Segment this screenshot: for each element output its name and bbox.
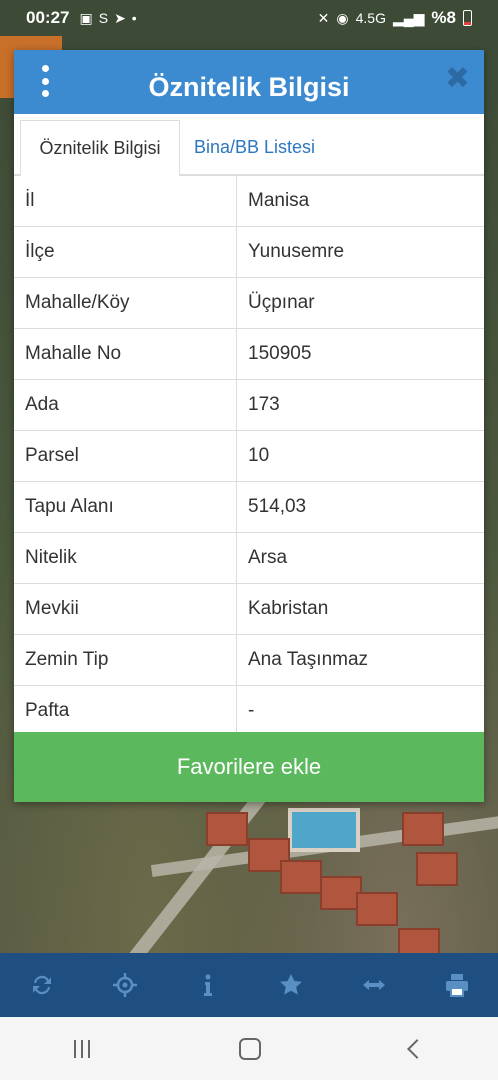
attribute-key: Ada: [14, 379, 237, 431]
attribute-table: İl Manisa İlçe Yunusemre Mahalle/Köy Üçpınar M…: [14, 175, 484, 736]
attribute-key: İlçe: [14, 226, 237, 278]
battery-icon: [463, 10, 472, 26]
attribute-value: Üçpınar: [236, 277, 484, 329]
dialog-header: Öznitelik Bilgisi ✖: [14, 50, 484, 114]
table-row: Zemin Tip Ana Taşınmaz: [14, 634, 484, 686]
attribute-key: Tapu Alanı: [14, 481, 237, 533]
table-row: Parsel 10: [14, 430, 484, 482]
table-row: İl Manisa: [14, 175, 484, 227]
table-row: İlçe Yunusemre: [14, 226, 484, 278]
attribute-value: 10: [236, 430, 484, 482]
close-icon[interactable]: ✖: [445, 64, 470, 94]
status-bar: 00:27 ▣ S ➤ • ✕ ◉ 4.5G ▂▄▆ %8: [0, 0, 498, 36]
map-building: [206, 812, 248, 846]
signal-icon: ▂▄▆: [392, 9, 425, 26]
s-app-icon: S: [98, 10, 109, 26]
dot-icon: •: [131, 10, 137, 26]
add-favorite-button[interactable]: Favorilere ekle: [14, 732, 484, 802]
mute-icon: ✕: [317, 9, 330, 26]
map-pool: [288, 808, 360, 852]
table-row: Mevkii Kabristan: [14, 583, 484, 635]
attribute-value: Kabristan: [236, 583, 484, 635]
attribute-key: Pafta: [14, 685, 237, 736]
info-icon[interactable]: [188, 965, 228, 1005]
tab-bar: Öznitelik Bilgisi Bina/BB Listesi: [14, 114, 484, 176]
table-row: Nitelik Arsa: [14, 532, 484, 584]
status-time: 00:27: [26, 8, 70, 27]
attribute-key: İl: [14, 175, 237, 227]
recent-apps-icon[interactable]: [74, 1039, 91, 1058]
print-icon[interactable]: [437, 965, 477, 1005]
attribute-value: Arsa: [236, 532, 484, 584]
attribute-key: Nitelik: [14, 532, 237, 584]
table-row: Tapu Alanı 514,03: [14, 481, 484, 533]
attribute-key: Mevkii: [14, 583, 237, 635]
back-icon[interactable]: [406, 1038, 427, 1059]
system-nav-bar: [0, 1017, 498, 1080]
refresh-icon[interactable]: [22, 965, 62, 1005]
telegram-icon: ➤: [114, 9, 126, 26]
attribute-dialog: Öznitelik Bilgisi ✖ Öznitelik Bilgisi Bi…: [14, 50, 484, 802]
table-row: Pafta -: [14, 685, 484, 736]
notification-icons: ▣ S ➤ •: [79, 10, 136, 27]
attribute-key: Zemin Tip: [14, 634, 237, 686]
attribute-value: -: [236, 685, 484, 736]
attribute-key: Mahalle/Köy: [14, 277, 237, 329]
tab-building-list[interactable]: Bina/BB Listesi: [194, 120, 315, 174]
battery-percent: %8: [431, 8, 456, 27]
tab-attribute-info[interactable]: Öznitelik Bilgisi: [20, 120, 180, 176]
home-icon[interactable]: [238, 1037, 261, 1060]
table-row: Ada 173: [14, 379, 484, 431]
star-icon[interactable]: [271, 965, 311, 1005]
map-building: [402, 812, 444, 846]
attribute-value: Manisa: [236, 175, 484, 227]
attribute-value: Yunusemre: [236, 226, 484, 278]
status-right: ✕ ◉ 4.5G ▂▄▆ %8: [318, 0, 472, 36]
gallery-icon: ▣: [79, 9, 93, 26]
locate-icon[interactable]: [105, 965, 145, 1005]
map-building: [416, 852, 458, 886]
network-label: 4.5G: [355, 10, 386, 26]
attribute-value: 514,03: [236, 481, 484, 533]
map-building: [356, 892, 398, 926]
table-row: Mahalle No 150905: [14, 328, 484, 380]
table-row: Mahalle/Köy Üçpınar: [14, 277, 484, 329]
measure-icon[interactable]: [354, 965, 394, 1005]
attribute-value: 173: [236, 379, 484, 431]
attribute-key: Parsel: [14, 430, 237, 482]
bottom-toolbar: [0, 953, 498, 1017]
attribute-value: Ana Taşınmaz: [236, 634, 484, 686]
location-icon: ◉: [336, 9, 349, 26]
dialog-title: Öznitelik Bilgisi: [148, 72, 350, 102]
map-building: [280, 860, 322, 894]
attribute-key: Mahalle No: [14, 328, 237, 380]
attribute-value: 150905: [236, 328, 484, 380]
